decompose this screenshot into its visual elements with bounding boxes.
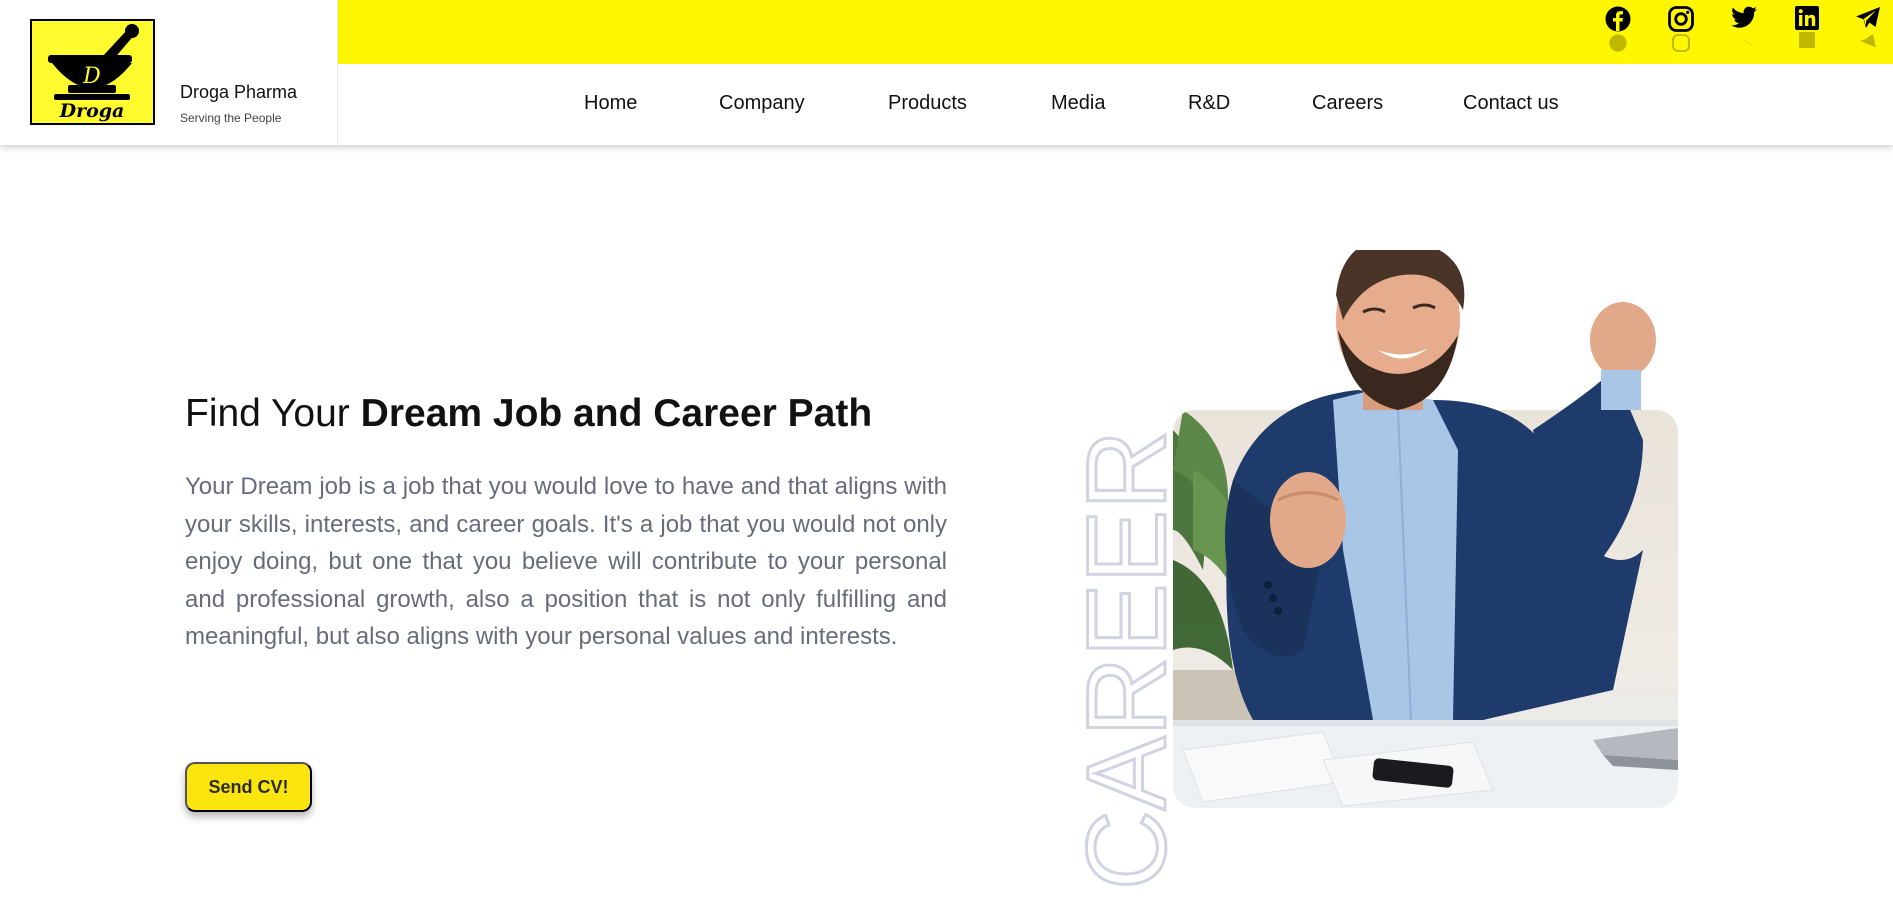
happy-man-illustration [1225, 250, 1656, 721]
hero-paragraph: Your Dream job is a job that you would l… [185, 473, 947, 650]
nav-careers[interactable]: Careers [1312, 92, 1383, 115]
hero-title-light: Find Your [185, 392, 350, 435]
hero-title-bold: Dream Job and Career Path [360, 392, 873, 435]
brand-block[interactable]: D Droga Droga Pharma Serving the People [0, 0, 338, 145]
nav-contact-us[interactable]: Contact us [1463, 92, 1559, 115]
site-header: D Droga Droga Pharma Serving the People [0, 0, 1893, 145]
nav-products[interactable]: Products [888, 92, 967, 115]
nav-home[interactable]: Home [584, 92, 637, 115]
nav-media[interactable]: Media [1051, 92, 1105, 115]
droga-logo[interactable]: D Droga [30, 19, 155, 125]
logo-wordmark: Droga [59, 100, 125, 122]
twitter-icon[interactable] [1728, 6, 1760, 56]
nav-rd[interactable]: R&D [1188, 92, 1230, 115]
hero-title: Find Your Dream Job and Career Path [185, 392, 872, 436]
career-vertical-text: CAREER [1065, 429, 1175, 892]
linkedin-icon[interactable] [1791, 6, 1823, 56]
brand-name: Droga Pharma [180, 82, 298, 102]
instagram-icon[interactable] [1665, 6, 1697, 56]
social-topbar [338, 0, 1893, 64]
facebook-icon[interactable] [1602, 6, 1634, 56]
main-nav: Home Company Products Media R&D Careers … [338, 64, 1893, 145]
svg-text:D: D [82, 64, 101, 89]
brand-tagline: Serving the People [180, 111, 282, 125]
send-cv-button[interactable]: Send CV! [185, 762, 312, 812]
svg-text:CAREER: CAREER [1065, 430, 1175, 890]
nav-company[interactable]: Company [719, 92, 805, 115]
telegram-icon[interactable] [1852, 6, 1884, 56]
mortar-pestle-icon: D Droga [48, 24, 139, 122]
